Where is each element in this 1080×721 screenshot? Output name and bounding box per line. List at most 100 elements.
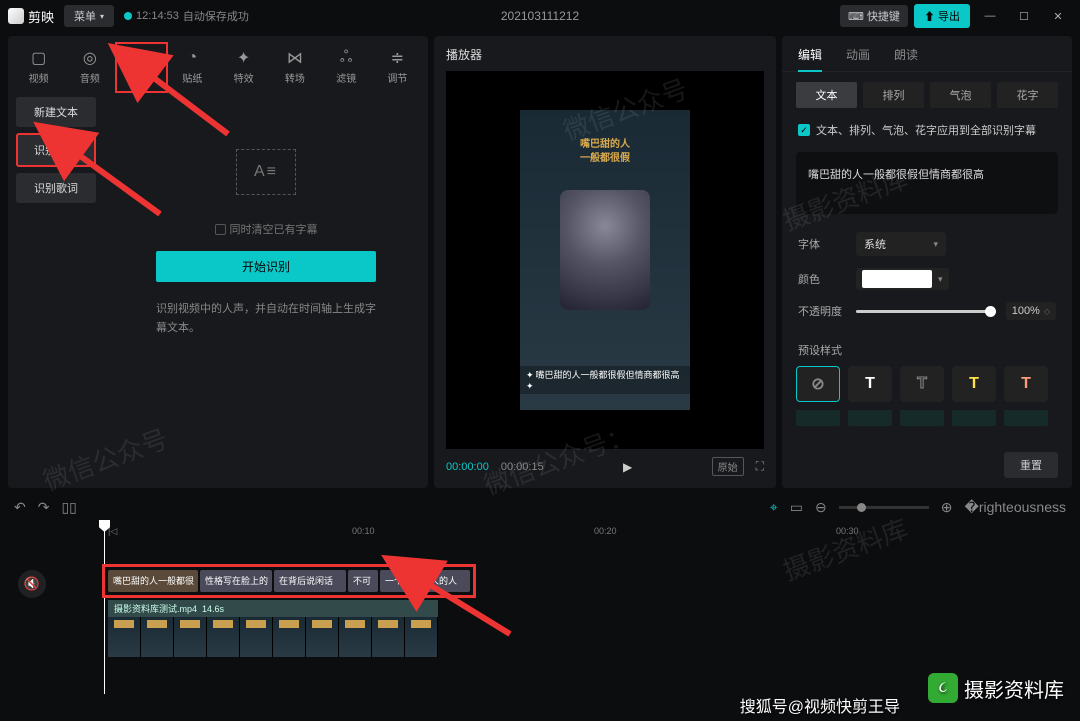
color-dropdown[interactable] — [856, 268, 949, 290]
side-item[interactable]: 识别歌词 — [16, 173, 96, 203]
play-button[interactable]: ▶ — [623, 460, 632, 474]
prop-subtab[interactable]: 文本 — [796, 82, 857, 108]
reset-button[interactable]: 重置 — [1004, 452, 1058, 478]
shortcut-button[interactable]: ⌨ 快捷键 — [840, 5, 908, 27]
properties-panel: 编辑 动画 朗读 文本排列气泡花字 ✓ 文本、排列、气泡、花字应用到全部识别字幕 嘴… — [782, 36, 1072, 488]
prop-tab[interactable]: 朗读 — [894, 46, 918, 63]
zoom-slider[interactable] — [839, 506, 929, 509]
clear-existing-checkbox[interactable]: 同时清空已有字幕 — [215, 221, 318, 237]
zoom-out-button[interactable]: ⊖ — [815, 499, 827, 516]
caption-clip[interactable]: 不可 — [348, 570, 378, 592]
tool-tab-调节[interactable]: ≑调节 — [373, 44, 422, 89]
media-panel: ▢视频◎音频TI文本◔贴纸✦特效⋈转场ஃ滤镜≑调节 新建文本识别字幕识别歌词 A… — [8, 36, 428, 488]
opacity-value[interactable]: 100% — [1006, 302, 1056, 320]
prop-subtab[interactable]: 排列 — [863, 82, 924, 108]
preset-style[interactable]: T — [848, 366, 892, 402]
redo-button[interactable]: ↷ — [38, 499, 50, 516]
caption-clip[interactable]: 在背后说闲话 — [274, 570, 346, 592]
preset-style[interactable]: T — [900, 366, 944, 402]
tool-tabs: ▢视频◎音频TI文本◔贴纸✦特效⋈转场ஃ滤镜≑调节 — [8, 36, 428, 89]
tab-icon: TI — [131, 48, 151, 68]
preset-style[interactable]: T — [952, 366, 996, 402]
split-button[interactable]: ▯▯ — [61, 499, 76, 516]
tab-icon: ஃ — [336, 48, 356, 68]
preset-style[interactable] — [796, 410, 840, 426]
timeline-ruler[interactable]: |◁ 00:10 00:20 00:30 — [14, 522, 1066, 544]
caption-clip[interactable]: 一个宽容别人的人 — [380, 570, 470, 592]
tool-tab-文本[interactable]: TI文本 — [117, 44, 166, 89]
playhead[interactable] — [104, 522, 105, 694]
close-button[interactable]: ✕ — [1044, 10, 1072, 23]
magnet-button[interactable]: ⌖ — [770, 499, 778, 516]
apply-all-checkbox[interactable]: ✓ 文本、排列、气泡、花字应用到全部识别字幕 — [782, 118, 1072, 148]
source-attribution: 搜狐号@视频快剪王导 — [740, 693, 900, 717]
app-name: 剪映 — [28, 7, 54, 26]
opacity-slider[interactable] — [856, 310, 996, 313]
titlebar: 剪映 菜单 12:14:53 自动保存成功 202103111212 ⌨ 快捷键… — [0, 0, 1080, 32]
tab-icon: ◔ — [182, 48, 202, 68]
tab-icon: ⋈ — [285, 48, 305, 68]
caption-clip[interactable]: 嘴巴甜的人一般都很 — [108, 570, 198, 592]
tool-tab-音频[interactable]: ◎音频 — [65, 44, 114, 89]
tab-icon: ◎ — [80, 48, 100, 68]
tool-tab-特效[interactable]: ✦特效 — [219, 44, 268, 89]
video-content — [560, 190, 650, 310]
status-dot-icon — [124, 12, 132, 20]
video-thumb — [108, 617, 141, 657]
prop-tab[interactable]: 动画 — [846, 46, 870, 63]
tool-tab-贴纸[interactable]: ◔贴纸 — [168, 44, 217, 89]
app-logo: 剪映 — [8, 7, 54, 26]
preset-style[interactable]: ⊘ — [796, 366, 840, 402]
tool-tab-滤镜[interactable]: ஃ滤镜 — [322, 44, 371, 89]
player-title: 播放器 — [446, 46, 764, 63]
caption-track[interactable]: 嘴巴甜的人一般都很性格写在脸上的在背后说闲话不可一个宽容别人的人 — [108, 570, 470, 592]
undo-button[interactable]: ↶ — [14, 499, 26, 516]
preset-style[interactable] — [952, 410, 996, 426]
video-frame: 嘴巴甜的人一般都很假 嘴巴甜的人一般都很假但情商都很高 — [520, 110, 690, 410]
recognize-pane: A≡ 同时清空已有字幕 开始识别 识别视频中的人声，并自动在时间轴上生成字幕文本… — [104, 89, 428, 488]
preset-style[interactable] — [848, 410, 892, 426]
export-button[interactable]: ⬆ 导出 — [914, 4, 970, 28]
ruler-mark: 00:10 — [352, 526, 375, 536]
font-dropdown[interactable]: 系统 — [856, 232, 946, 256]
maximize-button[interactable]: ☐ — [1010, 10, 1038, 23]
zoom-in-button[interactable]: ⊕ — [941, 499, 953, 516]
side-item[interactable]: 识别字幕 — [16, 133, 96, 167]
ruler-mark: 00:30 — [836, 526, 859, 536]
color-label: 颜色 — [798, 271, 844, 287]
preview-button[interactable]: ▭ — [790, 499, 803, 516]
minimize-button[interactable]: — — [976, 10, 1004, 22]
mute-button[interactable]: 🔇 — [18, 570, 46, 598]
preset-style[interactable] — [900, 410, 944, 426]
video-thumbnails — [108, 617, 438, 657]
zoom-fit-button[interactable]: �righteousness — [964, 499, 1066, 516]
prop-tabs: 编辑 动画 朗读 — [782, 36, 1072, 72]
recognize-hint: 识别视频中的人声，并自动在时间轴上生成字幕文本。 — [156, 300, 376, 337]
fullscreen-button[interactable]: ⛶ — [756, 459, 764, 474]
prop-subtab[interactable]: 气泡 — [930, 82, 991, 108]
ratio-button[interactable]: 原始 — [712, 457, 744, 476]
autosave-status: 12:14:53 自动保存成功 — [124, 8, 249, 24]
start-recognize-button[interactable]: 开始识别 — [156, 251, 376, 282]
prop-subtabs: 文本排列气泡花字 — [782, 72, 1072, 118]
preset-grid: ⊘TTTT — [782, 366, 1072, 402]
tool-tab-转场[interactable]: ⋈转场 — [270, 44, 319, 89]
opacity-label: 不透明度 — [798, 303, 844, 319]
prop-tab[interactable]: 编辑 — [798, 46, 822, 63]
video-caption-top: 嘴巴甜的人一般都很假 — [580, 138, 630, 166]
caption-text-input[interactable]: 嘴巴甜的人一般都很假但情商都很高 — [796, 152, 1058, 214]
menu-button[interactable]: 菜单 — [64, 5, 114, 27]
preset-style[interactable]: T — [1004, 366, 1048, 402]
prop-subtab[interactable]: 花字 — [997, 82, 1058, 108]
caption-clip[interactable]: 性格写在脸上的 — [200, 570, 272, 592]
tool-tab-视频[interactable]: ▢视频 — [14, 44, 63, 89]
video-thumb — [273, 617, 306, 657]
project-name[interactable]: 202103111212 — [501, 9, 579, 23]
side-item[interactable]: 新建文本 — [16, 97, 96, 127]
video-thumb — [405, 617, 438, 657]
player-viewport[interactable]: 嘴巴甜的人一般都很假 嘴巴甜的人一般都很假但情商都很高 — [446, 71, 764, 449]
tab-icon: ✦ — [234, 48, 254, 68]
preset-style[interactable] — [1004, 410, 1048, 426]
video-track[interactable]: 摄影资料库测试.mp4 14.6s — [108, 600, 438, 657]
timeline[interactable]: |◁ 00:10 00:20 00:30 嘴巴甜的人一般都很性格写在脸上的在背后… — [0, 522, 1080, 694]
